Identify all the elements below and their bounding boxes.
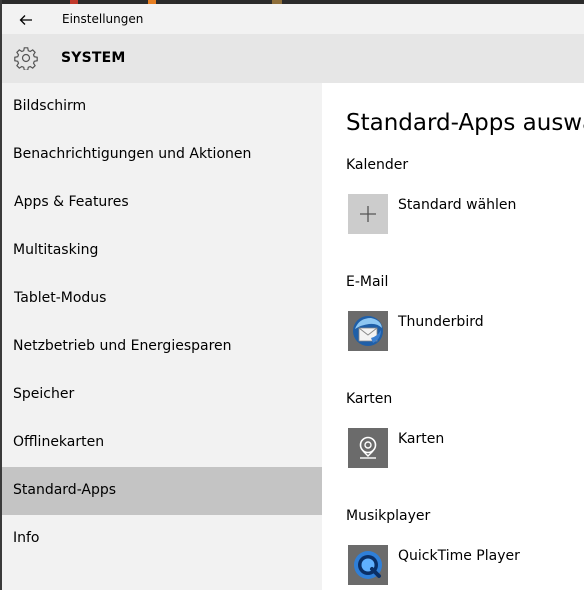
maps-icon	[348, 428, 388, 468]
sidebar: Bildschirm Benachrichtigungen und Aktion…	[2, 83, 322, 590]
section-header: SYSTEM	[2, 34, 584, 83]
sidebar-item-info[interactable]: Info	[2, 515, 322, 563]
sidebar-item-tablet-modus[interactable]: Tablet-Modus	[2, 275, 322, 323]
category-label-maps: Karten	[346, 391, 393, 407]
sidebar-item-label: Multitasking	[13, 242, 99, 258]
quicktime-icon	[348, 545, 388, 585]
sidebar-item-speicher[interactable]: Speicher	[2, 371, 322, 419]
category-label-calendar: Kalender	[346, 157, 409, 173]
window-title: Einstellungen	[62, 12, 144, 26]
sidebar-item-label: Offlinekarten	[13, 434, 105, 450]
sidebar-item-label: Apps & Features	[14, 194, 129, 210]
main-content: Standard-Apps auswäh Kalender Standard w…	[322, 83, 584, 590]
back-button[interactable]	[10, 8, 42, 32]
plus-icon	[348, 194, 388, 234]
category-label-music: Musikplayer	[346, 508, 431, 524]
section-title: SYSTEM	[61, 50, 126, 66]
default-music-button[interactable]: QuickTime Player	[346, 545, 576, 587]
sidebar-item-label: Speicher	[13, 386, 75, 402]
back-arrow-icon	[19, 15, 32, 25]
sidebar-item-benachrichtigungen[interactable]: Benachrichtigungen und Aktionen	[2, 131, 322, 179]
sidebar-item-label: Netzbetrieb und Energiesparen	[13, 338, 232, 354]
sidebar-item-netzbetrieb[interactable]: Netzbetrieb und Energiesparen	[2, 323, 322, 371]
gear-icon	[14, 47, 38, 70]
app-name: Thunderbird	[398, 314, 484, 330]
sidebar-item-label: Benachrichtigungen und Aktionen	[13, 146, 252, 162]
default-email-button[interactable]: Thunderbird	[346, 311, 576, 353]
sidebar-item-label: Bildschirm	[13, 98, 87, 114]
sidebar-item-label: Tablet-Modus	[14, 290, 107, 306]
sidebar-item-bildschirm[interactable]: Bildschirm	[2, 83, 322, 131]
sidebar-item-apps-features[interactable]: Apps & Features	[2, 179, 322, 227]
default-maps-button[interactable]: Karten	[346, 428, 576, 470]
sidebar-item-label: Standard-Apps	[13, 482, 117, 498]
thunderbird-icon	[348, 311, 388, 351]
sidebar-item-offlinekarten[interactable]: Offlinekarten	[2, 419, 322, 467]
sidebar-item-standard-apps[interactable]: Standard-Apps	[2, 467, 322, 515]
app-name: Karten	[398, 431, 445, 447]
default-calendar-button[interactable]: Standard wählen	[346, 194, 576, 236]
sidebar-item-label: Info	[13, 530, 40, 546]
category-label-email: E-Mail	[346, 274, 389, 290]
title-bar: Einstellungen	[2, 4, 584, 34]
app-name: Standard wählen	[398, 197, 517, 213]
page-title: Standard-Apps auswäh	[346, 110, 584, 136]
sidebar-item-multitasking[interactable]: Multitasking	[2, 227, 322, 275]
app-name: QuickTime Player	[398, 548, 520, 564]
